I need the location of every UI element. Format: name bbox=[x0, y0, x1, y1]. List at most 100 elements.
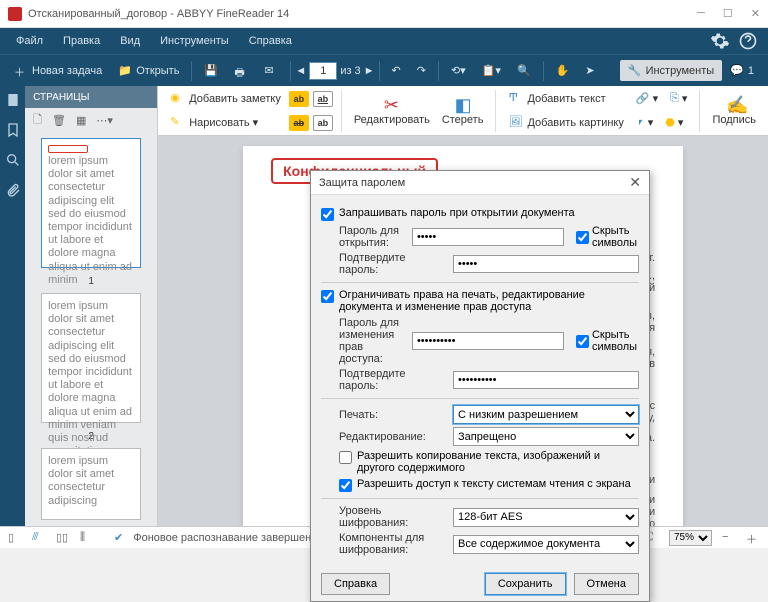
require-open-password-checkbox[interactable] bbox=[321, 208, 334, 221]
menu-edit[interactable]: Правка bbox=[53, 31, 110, 51]
pointer-tool[interactable]: ➤ bbox=[577, 61, 602, 80]
redact-icon: ✂ bbox=[384, 95, 400, 111]
hide-open-checkbox[interactable] bbox=[576, 231, 589, 244]
zoom-in-icon[interactable]: ＋ bbox=[746, 531, 760, 545]
redact-button[interactable]: ✂Редактировать bbox=[350, 93, 434, 128]
restrict-permissions-checkbox[interactable] bbox=[321, 290, 334, 303]
window-title: Отсканированный_договор - ABBYY FineRead… bbox=[28, 8, 697, 20]
open-password-input[interactable] bbox=[412, 228, 564, 246]
rotate-button[interactable]: ⟲▾ bbox=[443, 61, 474, 80]
settings-icon[interactable] bbox=[710, 31, 730, 51]
bookmark-button[interactable]: ⬣▾ bbox=[661, 114, 687, 131]
instruments-button[interactable]: 🔧Инструменты bbox=[620, 60, 722, 81]
menu-help[interactable]: Справка bbox=[239, 31, 302, 51]
perm-password-input[interactable] bbox=[412, 332, 564, 350]
app-icon bbox=[8, 7, 22, 21]
page-thumbnail-3[interactable]: lorem ipsum dolor sit amet consectetur a… bbox=[41, 448, 141, 520]
mail-icon: ✉ bbox=[264, 64, 278, 78]
menu-tools[interactable]: Инструменты bbox=[150, 31, 239, 51]
edit-select[interactable]: Запрещено bbox=[453, 427, 639, 446]
zoom-out-icon[interactable]: − bbox=[722, 531, 736, 545]
page-control: ◄ из 3 ► bbox=[295, 62, 374, 80]
redo-button[interactable]: ↷ bbox=[409, 61, 434, 80]
dialog-close-button[interactable]: ✕ bbox=[629, 174, 641, 191]
highlight-yellow[interactable]: ab bbox=[289, 91, 309, 107]
grid-view-icon[interactable]: ▦ bbox=[76, 114, 86, 127]
perm-password-confirm-input[interactable] bbox=[453, 371, 639, 389]
dialog-help-button[interactable]: Справка bbox=[321, 573, 390, 595]
page-current-input[interactable] bbox=[309, 62, 337, 80]
print-select[interactable]: С низким разрешением bbox=[453, 405, 639, 424]
view-two-icon[interactable]: ▯▯ bbox=[56, 531, 70, 545]
folder-icon: 📁 bbox=[118, 64, 132, 78]
encryption-level-select[interactable]: 128-бит AES bbox=[453, 508, 639, 527]
hand-tool[interactable]: ✋ bbox=[548, 61, 578, 80]
dialog-save-button[interactable]: Сохранить bbox=[485, 573, 566, 595]
dialog-cancel-button[interactable]: Отмена bbox=[574, 573, 639, 595]
sign-icon: ✍ bbox=[726, 95, 742, 111]
plus-icon: ＋ bbox=[14, 64, 28, 78]
search-tab-icon[interactable] bbox=[5, 152, 21, 168]
status-done-icon: ✔ bbox=[114, 531, 123, 544]
open-password-confirm-input[interactable] bbox=[453, 255, 639, 273]
hide-perm-checkbox[interactable] bbox=[576, 335, 589, 348]
delete-page-icon[interactable]: 🗑 bbox=[52, 114, 66, 127]
sign-button[interactable]: ✍Подпись bbox=[708, 93, 760, 128]
page-next[interactable]: ► bbox=[364, 65, 375, 77]
search-button[interactable]: 🔍 bbox=[509, 61, 539, 80]
highlight-box[interactable]: ab bbox=[313, 115, 333, 131]
view-two-cont-icon[interactable]: ⫼ bbox=[80, 531, 94, 545]
close-button[interactable]: ✕ bbox=[751, 7, 760, 20]
minimize-button[interactable]: ─ bbox=[697, 7, 705, 20]
stamp-button[interactable]: ⎖▾ bbox=[632, 114, 657, 131]
highlight-underline[interactable]: ab bbox=[313, 91, 333, 107]
status-message: Фоновое распознавание завершено bbox=[133, 532, 317, 544]
link-button[interactable]: 🔗▾ bbox=[632, 90, 662, 107]
pages-panel-header: СТРАНИЦЫ bbox=[25, 86, 157, 108]
link-icon: 🔗 bbox=[636, 92, 650, 105]
bookmarks-tab-icon[interactable] bbox=[5, 122, 21, 138]
pages-tab-icon[interactable] bbox=[5, 92, 21, 108]
dialog-title: Защита паролем bbox=[319, 177, 629, 189]
page-prev[interactable]: ◄ bbox=[295, 65, 306, 77]
add-page-icon[interactable]: 🗋 bbox=[33, 111, 42, 130]
highlight-strike[interactable]: ab bbox=[289, 115, 309, 131]
help-icon[interactable] bbox=[738, 31, 758, 51]
view-single-icon[interactable]: ▯ bbox=[8, 531, 22, 545]
erase-button[interactable]: ◧Стереть bbox=[438, 93, 488, 128]
stamp-icon: ⎖ bbox=[636, 116, 645, 129]
menu-file[interactable]: Файл bbox=[6, 31, 53, 51]
view-continuous-icon[interactable]: ⫻ bbox=[32, 531, 46, 545]
allow-screenreader-checkbox[interactable] bbox=[339, 479, 352, 492]
save-button[interactable]: 💾 bbox=[196, 61, 226, 81]
zoom-select[interactable]: 75% bbox=[669, 530, 712, 546]
maximize-button[interactable]: ☐ bbox=[723, 7, 733, 20]
open-button[interactable]: 📁Открыть bbox=[110, 61, 187, 81]
add-text-button[interactable]: ͲДобавить текст bbox=[504, 89, 609, 109]
new-task-button[interactable]: ＋Новая задача bbox=[6, 61, 110, 81]
add-image-button[interactable]: 🖼Добавить картинку bbox=[504, 113, 627, 133]
add-note-button[interactable]: ◉Добавить заметку bbox=[166, 89, 285, 109]
page-thumbnail-1[interactable]: lorem ipsum dolor sit amet consectetur a… bbox=[41, 138, 141, 268]
allow-copy-checkbox[interactable] bbox=[339, 451, 352, 464]
text-icon: Ͳ bbox=[508, 91, 524, 107]
undo-button[interactable]: ↶ bbox=[384, 61, 409, 80]
print-button[interactable]: 🖶 bbox=[226, 61, 256, 81]
more-icon[interactable]: ⋯▾ bbox=[96, 114, 113, 127]
header-icon: ⎘ bbox=[670, 92, 679, 105]
save-icon: 💾 bbox=[204, 64, 218, 78]
page-thumbnail-2[interactable]: lorem ipsum dolor sit amet consectetur a… bbox=[41, 293, 141, 423]
encrypt-components-select[interactable]: Все содержимое документа bbox=[453, 535, 639, 554]
menu-view[interactable]: Вид bbox=[110, 31, 150, 51]
note-icon: ◉ bbox=[170, 91, 186, 107]
mail-button[interactable]: ✉ bbox=[256, 61, 286, 81]
attach-tab-icon[interactable] bbox=[5, 182, 21, 198]
header-button[interactable]: ⎘▾ bbox=[666, 90, 691, 107]
clipboard-button[interactable]: 📋▾ bbox=[474, 61, 509, 80]
comments-button[interactable]: 💬1 bbox=[722, 61, 762, 80]
draw-button[interactable]: ✎Нарисовать▾ bbox=[166, 113, 262, 133]
chat-icon: 💬 bbox=[730, 64, 744, 77]
print-icon: 🖶 bbox=[234, 64, 248, 78]
pencil-icon: ✎ bbox=[170, 115, 186, 131]
erase-icon: ◧ bbox=[455, 95, 471, 111]
